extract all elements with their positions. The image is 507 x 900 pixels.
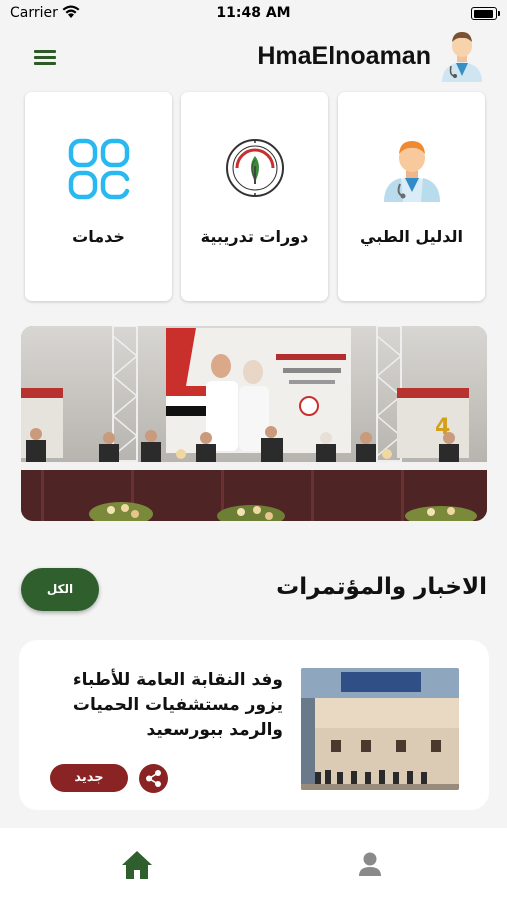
tile-label: خدمات [72, 227, 125, 246]
conference-banner[interactable]: 4 [21, 326, 487, 521]
news-headline: وفد النقابة العامة للأطباء يزور مستشفيات… [72, 670, 283, 740]
tile-label: دورات تدريبية [200, 227, 309, 246]
app-bar: HmaElnoaman [0, 30, 507, 86]
doctor-icon [442, 32, 482, 82]
battery-icon [471, 7, 500, 20]
syndicate-logo [225, 139, 284, 197]
tile-services[interactable]: خدمات [25, 92, 172, 301]
doctor-icon [383, 141, 440, 202]
tile-label: الدليل الطبي [360, 227, 463, 246]
banner-photo: 4 [21, 326, 487, 521]
tile-medical-guide[interactable]: الدليل الطبي [338, 92, 485, 301]
new-badge[interactable]: جديد [50, 764, 128, 792]
person-icon[interactable] [351, 848, 391, 882]
share-icon[interactable] [139, 764, 168, 793]
app-title: HmaElnoaman [257, 42, 431, 70]
bottom-tab-bar [0, 828, 507, 900]
view-all-button[interactable]: الكل [21, 568, 99, 611]
news-section-header: الكل الاخبار والمؤتمرات [0, 560, 507, 620]
clock: 11:48 AM [216, 5, 291, 21]
grid-icon [68, 138, 129, 200]
news-thumbnail [301, 668, 459, 790]
home-icon[interactable] [118, 848, 158, 882]
section-title: الاخبار والمؤتمرات [276, 574, 487, 600]
tile-training-courses[interactable]: دورات تدريبية [181, 92, 328, 301]
feature-tiles: الدليل الطبي دورات تدريبية خدمات [25, 92, 485, 302]
status-bar: Carrier 11:48 AM [0, 0, 507, 28]
news-card[interactable]: وفد النقابة العامة للأطباء يزور مستشفيات… [19, 640, 489, 810]
menu-icon[interactable] [34, 48, 56, 66]
